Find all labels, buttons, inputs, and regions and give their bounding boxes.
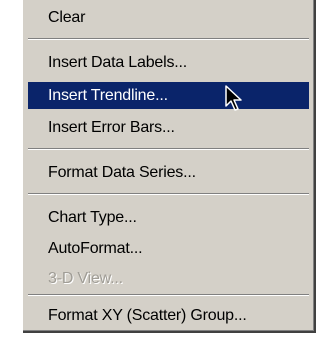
menu-item-insert-data-labels[interactable]: Insert Data Labels... (28, 49, 309, 76)
menu-separator (28, 294, 309, 296)
menu-item-format-data-series[interactable]: Format Data Series... (28, 159, 309, 186)
menu-separator (28, 38, 309, 40)
menu-item-3d-view: 3-D View... (48, 270, 123, 287)
menu-separator (28, 193, 309, 195)
menu-item-clear[interactable]: Clear (28, 4, 309, 31)
menu-separator (28, 148, 309, 150)
menu-item-insert-trendline[interactable]: Insert Trendline... (28, 82, 309, 109)
arrow-pointer-icon (225, 85, 242, 111)
menu-item-autoformat[interactable]: AutoFormat... (28, 235, 309, 262)
chart-context-menu: Clear Insert Data Labels... Insert Trend… (23, 0, 316, 333)
menu-item-insert-error-bars[interactable]: Insert Error Bars... (28, 114, 309, 141)
menu-item-format-xy-scatter-group[interactable]: Format XY (Scatter) Group... (28, 302, 309, 329)
menu-item-chart-type[interactable]: Chart Type... (28, 204, 309, 231)
